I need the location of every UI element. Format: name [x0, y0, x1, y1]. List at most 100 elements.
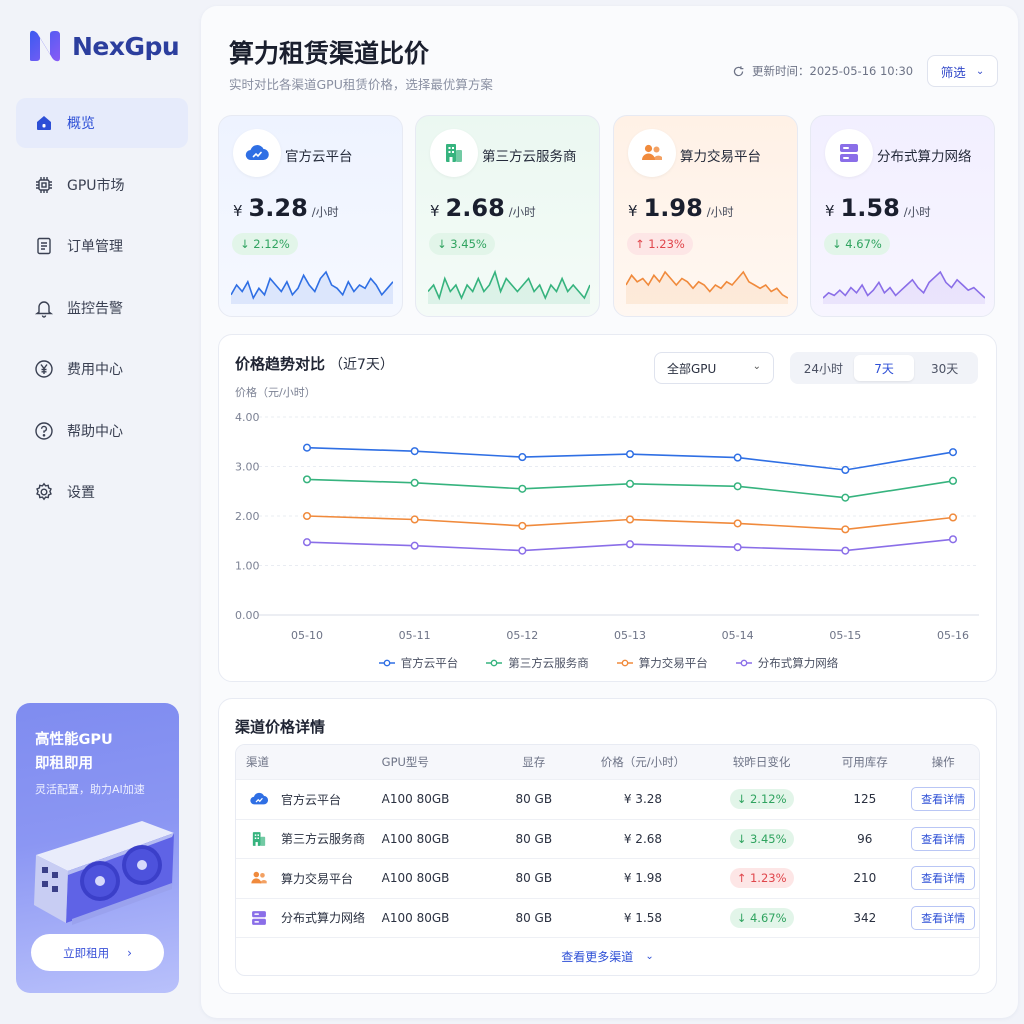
stock-cell: 96 [857, 831, 873, 846]
filter-button[interactable]: 筛选 ⌄ [927, 55, 998, 87]
price-unit: /小时 [508, 205, 536, 219]
sidebar-item-2[interactable]: 订单管理 [16, 221, 188, 271]
data-point [948, 448, 958, 457]
sidebar-item-label: 订单管理 [67, 239, 123, 255]
change-badge: ↓ 4.67% [729, 907, 794, 928]
building-icon [430, 129, 478, 177]
chip-icon [33, 174, 55, 196]
price-trend-panel: 价格趋势对比 （近7天） 全部GPU ⌄ 24小时 7天 30天 价格（元/小时） 0… [218, 334, 997, 682]
data-point [841, 525, 850, 534]
price-cell: ¥ 3.28 [623, 792, 663, 807]
time-range-tabs: 24小时 7天 30天 [790, 352, 978, 384]
change-cell: ↓ 4.67% [701, 907, 823, 928]
gpu-model-cell: A100 80GB [381, 910, 450, 925]
sidebar-item-6[interactable]: 设置 [16, 467, 188, 517]
data-point [733, 453, 742, 462]
channel-card[interactable]: 第三方云服务商 ¥ 2.68 /小时 ↓ 3.45% [415, 115, 600, 317]
view-details-button[interactable]: 查看详情 [911, 787, 976, 812]
sidebar-item-label: 概览 [67, 116, 95, 132]
promo-subtitle: 灵活配置，助力AI加速 [35, 783, 145, 796]
data-point [518, 484, 527, 493]
x-tick-label: 05-16 [937, 629, 969, 642]
change-badge: ↓ 2.12% [232, 233, 298, 255]
data-point [410, 541, 419, 550]
view-details-button[interactable]: 查看详情 [911, 866, 976, 891]
data-point [302, 443, 312, 452]
channel-cell: 第三方云服务商 [236, 828, 368, 850]
view-details-button[interactable]: 查看详情 [911, 905, 976, 930]
tab-range-2[interactable]: 30天 [914, 355, 975, 381]
users-icon [628, 129, 676, 177]
stock-cell: 342 [853, 910, 877, 925]
trend-title-text: 价格趋势对比 [235, 355, 326, 373]
legend-item[interactable]: 算力交易平台 [616, 655, 708, 671]
logo[interactable]: NexGpu [26, 28, 180, 64]
legend-item[interactable]: 官方云平台 [378, 655, 458, 671]
promo-title-line2: 即租即用 [35, 756, 93, 772]
y-tick-label: 3.00 [235, 461, 260, 474]
legend-item[interactable]: 第三方云服务商 [486, 655, 589, 671]
change-badge: ↓ 4.67% [824, 233, 890, 255]
rent-now-button[interactable]: 立即租用 › [31, 934, 164, 971]
data-point [733, 543, 742, 552]
sidebar-item-3[interactable]: 监控告警 [16, 283, 188, 333]
tab-range-1[interactable]: 7天 [853, 355, 915, 381]
legend-marker [378, 659, 395, 667]
view-more-label: 查看更多渠道 [561, 950, 634, 964]
cloud-icon [248, 788, 270, 810]
channel-card[interactable]: 官方云平台 ¥ 3.28 /小时 ↓ 2.12% [218, 115, 403, 317]
sidebar-item-label: 帮助中心 [67, 423, 123, 440]
sparkline [626, 270, 788, 304]
table-row: 分布式算力网络 A100 80GB 80 GB ¥ 1.58 ↓ 4.67% 3… [236, 897, 979, 938]
data-point [733, 482, 742, 491]
promo-title-line1: 高性能GPU [35, 732, 113, 748]
chevron-right-icon: › [127, 945, 132, 960]
column-header: 可用库存 [841, 755, 888, 769]
price-cell: ¥ 1.98 [623, 871, 663, 886]
cloud-icon [233, 129, 281, 177]
help-icon [33, 420, 55, 442]
sidebar-item-4[interactable]: 费用中心 [16, 344, 188, 394]
y-tick-label: 2.00 [235, 510, 260, 523]
memory-cell: 80 GB [515, 792, 553, 807]
gpu-select[interactable]: 全部GPU ⌄ [654, 352, 774, 384]
tab-range-0[interactable]: 24小时 [793, 355, 854, 381]
memory-cell: 80 GB [515, 910, 553, 925]
channel-name: 分布式算力网络 [877, 149, 972, 165]
chevron-down-icon: ⌄ [752, 361, 761, 372]
chevron-down-icon: ⌄ [645, 951, 654, 962]
refresh-icon[interactable] [732, 65, 745, 78]
data-point [302, 538, 312, 547]
channel-card[interactable]: 分布式算力网络 ¥ 1.58 /小时 ↓ 4.67% [810, 115, 995, 317]
page-title: 算力租赁渠道比价 [229, 39, 430, 68]
data-point [625, 450, 635, 459]
channel-cell: 官方云平台 [236, 788, 368, 810]
home-icon [33, 112, 55, 134]
gpu-model-cell: A100 80GB [381, 792, 450, 807]
view-details-button[interactable]: 查看详情 [911, 826, 976, 851]
y-tick-label: 4.00 [235, 411, 260, 424]
price-trend-chart: 0.00 1.00 2.00 3.00 4.00 05-10 05-11 05-12 05-13… [235, 411, 979, 642]
channel-card[interactable]: 算力交易平台 ¥ 1.98 /小时 ↑ 1.23% [613, 115, 798, 317]
gpu-model-cell: A100 80GB [381, 831, 450, 846]
change-badge: ↑ 1.23% [729, 868, 794, 889]
legend-label: 第三方云服务商 [508, 656, 589, 670]
action-cell: 查看详情 [907, 787, 979, 812]
sidebar-item-1[interactable]: GPU市场 [16, 160, 188, 210]
channel-name: 第三方云服务商 [482, 149, 577, 165]
sidebar-item-5[interactable]: 帮助中心 [16, 406, 188, 456]
channel-cell: 算力交易平台 [236, 867, 368, 889]
bell-icon [33, 297, 55, 319]
data-point [410, 515, 419, 524]
legend-item[interactable]: 分布式算力网络 [735, 655, 838, 671]
memory-cell: 80 GB [515, 831, 553, 846]
view-more-channels-button[interactable]: 查看更多渠道 ⌄ [236, 937, 979, 975]
memory-cell: 80 GB [515, 871, 553, 886]
table-row: 第三方云服务商 A100 80GB 80 GB ¥ 2.68 ↓ 3.45% 9… [236, 818, 979, 859]
channel-price: ¥ 1.98 /小时 [628, 194, 734, 222]
channel-name: 官方云平台 [285, 149, 353, 165]
sidebar-item-0[interactable]: 概览 [16, 98, 188, 148]
stock-cell: 125 [853, 792, 877, 807]
sparkline [428, 269, 590, 304]
action-cell: 查看详情 [907, 905, 979, 930]
